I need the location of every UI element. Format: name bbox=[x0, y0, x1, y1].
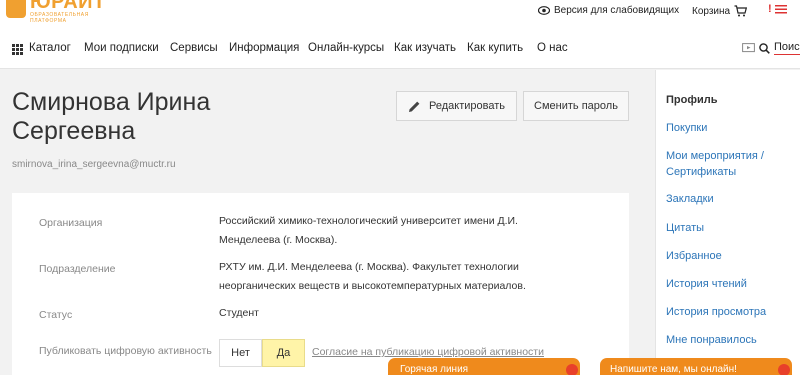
top-bar: ЮРАЙТ ОБРАЗОВАТЕЛЬНАЯ ПЛАТФОРМА Версия д… bbox=[0, 0, 800, 28]
publish-yes-button[interactable]: Да bbox=[262, 339, 305, 367]
edit-profile-label: Редактировать bbox=[429, 100, 505, 112]
vision-mode-link[interactable]: Версия для слабовидящих bbox=[538, 5, 679, 16]
search-icon bbox=[759, 42, 770, 54]
name-line-2: Сергеевна bbox=[12, 117, 136, 145]
nav-services[interactable]: Сервисы bbox=[170, 42, 218, 54]
name-line-1: Смирнова Ирина bbox=[12, 88, 211, 116]
hotline-widget[interactable]: Горячая линия bbox=[388, 358, 580, 375]
user-icon bbox=[774, 5, 787, 14]
sidebar-item-events[interactable]: Мои мероприятия / Сертификаты bbox=[666, 148, 776, 180]
hotline-status-dot bbox=[566, 364, 578, 375]
page-title: Смирнова Ирина Сергеевна bbox=[12, 88, 272, 146]
logo-name: ЮРАЙТ bbox=[30, 0, 106, 13]
nav-how-to-study[interactable]: Как изучать bbox=[394, 42, 456, 54]
organization-label: Организация bbox=[39, 217, 103, 229]
eye-icon bbox=[538, 6, 550, 15]
sidebar-item-liked[interactable]: Мне понравилось bbox=[666, 332, 796, 348]
chat-label: Напишите нам, мы онлайн! bbox=[610, 364, 737, 375]
nav-information[interactable]: Информация bbox=[229, 42, 299, 54]
department-label: Подразделение bbox=[39, 263, 116, 275]
logo-subtitle-2: ПЛАТФОРМА bbox=[30, 18, 67, 24]
alert-mark: ! bbox=[768, 3, 772, 15]
publish-no-button[interactable]: Нет bbox=[219, 339, 262, 367]
sidebar-item-bookmarks[interactable]: Закладки bbox=[666, 191, 796, 207]
edit-profile-button[interactable]: Редактировать bbox=[396, 91, 517, 121]
chat-widget[interactable]: Напишите нам, мы онлайн! bbox=[600, 358, 792, 375]
main-navigation: Каталог Мои подписки Сервисы Информация … bbox=[0, 28, 800, 69]
nav-catalog[interactable]: Каталог bbox=[29, 42, 71, 54]
change-password-label: Сменить пароль bbox=[534, 100, 618, 112]
search-label: Поиск bbox=[774, 41, 800, 55]
publish-activity-label: Публиковать цифровую активность bbox=[39, 345, 212, 357]
chat-status-dot bbox=[778, 364, 790, 375]
notification-menu[interactable]: ! bbox=[768, 3, 788, 15]
sidebar-item-reading-history[interactable]: История чтений bbox=[666, 276, 796, 292]
sidebar-item-purchases[interactable]: Покупки bbox=[666, 120, 796, 136]
status-label: Статус bbox=[39, 309, 73, 321]
search-button[interactable]: Поиск bbox=[742, 41, 800, 55]
profile-sidebar: Профиль Покупки Мои мероприятия / Сертиф… bbox=[655, 70, 800, 375]
publish-consent-link[interactable]: Согласие на публикацию цифровой активнос… bbox=[312, 346, 544, 358]
department-value: РХТУ им. Д.И. Менделеева (г. Москва). Фа… bbox=[219, 261, 526, 292]
catalog-grid-icon[interactable] bbox=[12, 44, 23, 55]
pencil-icon bbox=[409, 101, 420, 112]
logo[interactable]: ЮРАЙТ ОБРАЗОВАТЕЛЬНАЯ ПЛАТФОРМА bbox=[6, 0, 106, 24]
cart-icon bbox=[734, 5, 748, 17]
user-email: smirnova_irina_sergeevna@muctr.ru bbox=[12, 159, 176, 170]
cart-label: Корзина bbox=[692, 5, 731, 17]
logo-mark-icon bbox=[6, 0, 26, 18]
profile-details-card: Организация Российский химико-технологич… bbox=[12, 193, 629, 375]
screen-icon bbox=[742, 42, 755, 52]
vision-mode-label: Версия для слабовидящих bbox=[554, 5, 680, 16]
profile-main: Смирнова Ирина Сергеевна smirnova_irina_… bbox=[0, 70, 654, 375]
change-password-button[interactable]: Сменить пароль bbox=[523, 91, 629, 121]
sidebar-item-view-history[interactable]: История просмотра bbox=[666, 304, 796, 320]
sidebar-item-profile[interactable]: Профиль bbox=[666, 92, 796, 108]
nav-about[interactable]: О нас bbox=[537, 42, 568, 54]
sidebar-item-quotes[interactable]: Цитаты bbox=[666, 220, 796, 236]
nav-subscriptions[interactable]: Мои подписки bbox=[84, 42, 159, 54]
sidebar-item-favorites[interactable]: Избранное bbox=[666, 248, 796, 264]
hotline-label: Горячая линия bbox=[400, 364, 469, 375]
nav-online-courses[interactable]: Онлайн-курсы bbox=[308, 42, 384, 54]
nav-how-to-buy[interactable]: Как купить bbox=[467, 42, 523, 54]
publish-activity-toggle: Нет Да bbox=[219, 339, 305, 367]
organization-value: Российский химико-технологический универ… bbox=[219, 215, 518, 246]
status-value: Студент bbox=[219, 307, 259, 319]
cart-link[interactable]: Корзина bbox=[692, 5, 748, 17]
